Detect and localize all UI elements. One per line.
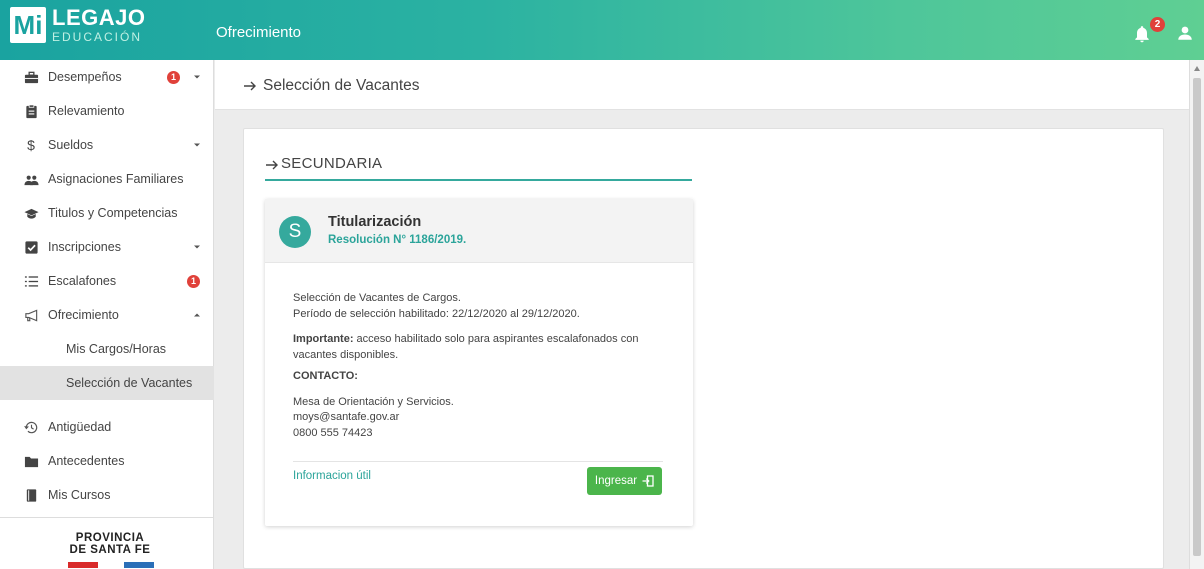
scrollbar-thumb[interactable] xyxy=(1193,78,1201,556)
folder-icon xyxy=(23,453,39,469)
avatar: S xyxy=(279,216,311,248)
sidebar-item-label: Titulos y Competencias xyxy=(48,206,178,220)
sidebar-item-label: Asignaciones Familiares xyxy=(48,172,184,186)
user-icon[interactable] xyxy=(1176,24,1194,42)
sidebar-item-desempenos[interactable]: Desempeños 1 xyxy=(0,60,214,94)
sidebar-item-inscripciones[interactable]: Inscripciones xyxy=(0,230,214,264)
sign-in-icon xyxy=(642,475,654,487)
chevron-up-icon xyxy=(194,313,200,317)
logo-title: LEGAJO xyxy=(52,5,146,30)
sidebar-badge: 1 xyxy=(187,274,200,288)
briefcase-icon xyxy=(23,69,39,85)
sidebar-subitem-label: Mis Cargos/Horas xyxy=(66,342,167,356)
app-header: Mi LEGAJO EDUCACIÓN Ofrecimiento 2 xyxy=(0,0,1204,60)
ingresar-button-label: Ingresar xyxy=(594,475,638,487)
sidebar-item-antiguedad[interactable]: Antigüedad xyxy=(0,410,214,444)
logo-subtitle: EDUCACIÓN xyxy=(52,30,143,44)
history-icon xyxy=(23,419,39,435)
page-header: Selección de Vacantes xyxy=(215,60,1189,110)
chevron-down-icon xyxy=(194,75,200,79)
sidebar-item-label: Inscripciones xyxy=(48,240,121,254)
card-subtitle: Resolución N° 1186/2019. xyxy=(328,234,467,246)
sidebar-item-ofrecimiento[interactable]: Ofrecimiento xyxy=(0,298,214,332)
scrollbar[interactable] xyxy=(1189,60,1204,569)
sidebar-subitem-mis-cargos[interactable]: Mis Cargos/Horas xyxy=(0,332,214,366)
sidebar-item-relevamiento[interactable]: Relevamiento xyxy=(0,94,214,128)
notification-badge: 2 xyxy=(1150,17,1165,32)
card-text-line: Selección de Vacantes de Cargos. xyxy=(293,292,461,304)
section-header: SECUNDARIA xyxy=(265,155,692,181)
sidebar-item-antecedentes[interactable]: Antecedentes xyxy=(0,444,214,478)
sidebar-item-label: Sueldos xyxy=(48,138,94,152)
sidebar-item-sueldos[interactable]: $ Sueldos xyxy=(0,128,214,162)
page-title: Selección de Vacantes xyxy=(263,77,420,94)
sidebar: Desempeños 1 Relevamiento $ Sueldos Asig… xyxy=(0,60,214,569)
contact-label: CONTACTO: xyxy=(293,370,358,382)
scroll-up-icon[interactable] xyxy=(1194,66,1200,71)
province-logo: PROVINCIA DE SANTA FE xyxy=(64,532,156,568)
contact-line: 0800 555 74423 xyxy=(293,426,373,439)
logo-mark: Mi xyxy=(10,7,46,43)
main-content: Selección de Vacantes SECUNDARIA S Titul… xyxy=(215,60,1204,569)
sidebar-badge: 1 xyxy=(167,70,180,84)
divider xyxy=(293,461,663,462)
sidebar-item-label: Ofrecimiento xyxy=(48,308,119,322)
graduation-cap-icon xyxy=(23,205,39,221)
sidebar-item-label: Antecedentes xyxy=(48,454,125,468)
book-icon xyxy=(23,487,39,503)
arrow-right-icon xyxy=(244,81,256,91)
province-logo-line1: PROVINCIA xyxy=(75,532,145,544)
sidebar-item-titulos[interactable]: Titulos y Competencias xyxy=(0,196,214,230)
sidebar-item-asignaciones[interactable]: Asignaciones Familiares xyxy=(0,162,214,196)
section-title: SECUNDARIA xyxy=(281,155,383,172)
checkbox-icon xyxy=(23,239,39,255)
list-icon xyxy=(23,273,39,289)
sidebar-item-escalafones[interactable]: Escalafones 1 xyxy=(0,264,214,298)
sidebar-item-label: Relevamiento xyxy=(48,104,125,118)
content-panel: SECUNDARIA S Titularización Resolución N… xyxy=(243,128,1164,569)
sidebar-item-label: Escalafones xyxy=(48,274,117,288)
header-title: Ofrecimiento xyxy=(216,24,302,41)
sidebar-item-mis-cursos[interactable]: Mis Cursos xyxy=(0,478,214,512)
people-icon xyxy=(23,171,39,187)
card-body: Selección de Vacantes de Cargos. Período… xyxy=(293,291,683,441)
sidebar-subitem-seleccion-vacantes[interactable]: Selección de Vacantes xyxy=(0,366,214,400)
bell-icon[interactable] xyxy=(1132,24,1152,44)
chevron-down-icon xyxy=(194,143,200,147)
contact-line: moys@santafe.gov.ar xyxy=(293,411,400,423)
province-flag xyxy=(68,562,154,568)
offer-card: S Titularización Resolución N° 1186/2019… xyxy=(265,199,693,526)
sidebar-item-label: Desempeños xyxy=(48,70,122,84)
sidebar-item-label: Antigüedad xyxy=(48,420,112,434)
contact-line: Mesa de Orientación y Servicios. xyxy=(293,395,454,408)
info-link[interactable]: Informacion útil xyxy=(293,470,371,482)
arrow-right-icon xyxy=(266,160,278,170)
chevron-down-icon xyxy=(194,245,200,249)
clipboard-icon xyxy=(23,103,39,119)
brand-logo[interactable]: Mi LEGAJO EDUCACIÓN xyxy=(10,7,145,43)
card-title: Titularización xyxy=(328,214,422,230)
card-header: S Titularización Resolución N° 1186/2019… xyxy=(265,199,693,263)
megaphone-icon xyxy=(23,307,39,323)
important-note: Importante: acceso habilitado solo para … xyxy=(293,332,673,363)
important-label: Importante: xyxy=(293,333,354,345)
sidebar-subitem-label: Selección de Vacantes xyxy=(66,376,193,390)
sidebar-divider xyxy=(0,517,214,518)
dollar-icon: $ xyxy=(27,137,35,153)
province-logo-line2: DE SANTA FE xyxy=(69,544,151,557)
ingresar-button[interactable]: Ingresar xyxy=(587,467,662,495)
card-text-line: Período de selección habilitado: 22/12/2… xyxy=(293,307,580,320)
sidebar-item-label: Mis Cursos xyxy=(48,488,111,502)
